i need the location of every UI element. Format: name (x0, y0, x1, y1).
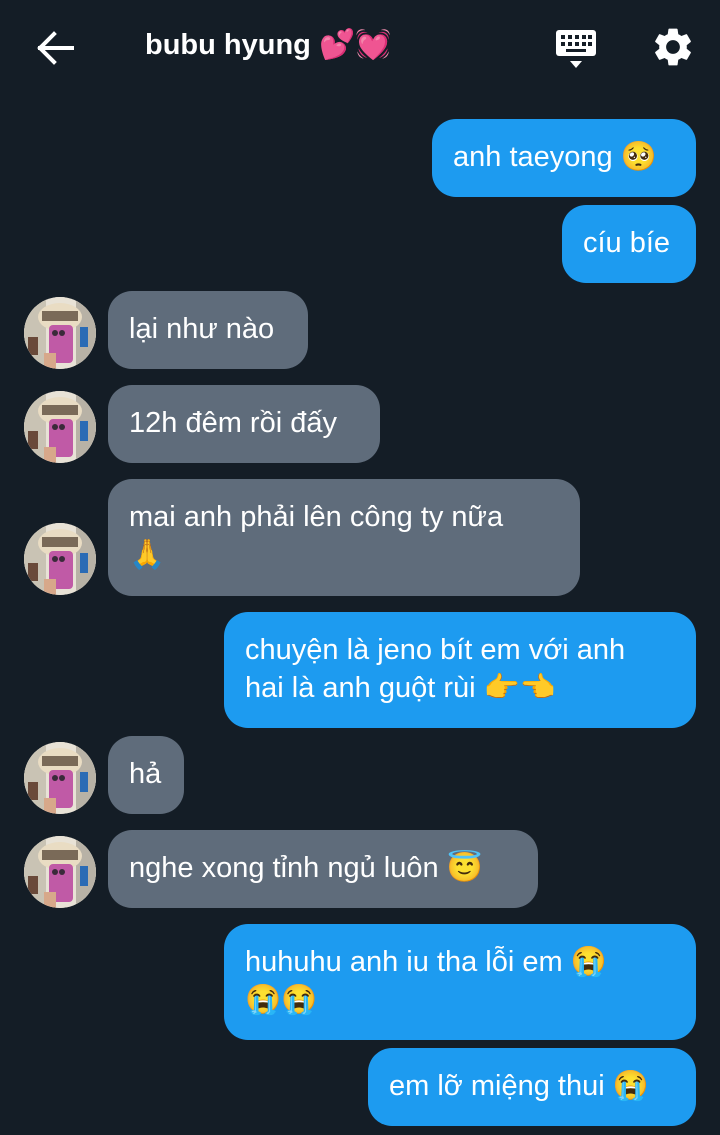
settings-button[interactable] (650, 24, 696, 70)
message-bubble-incoming[interactable]: lại như nào (108, 291, 308, 369)
message-bubble-outgoing[interactable]: chuyện là jeno bít em với anh hai là anh… (224, 612, 696, 728)
message-bubble-incoming[interactable]: nghe xong tỉnh ngủ luôn 😇 (108, 830, 538, 908)
message-bubble-outgoing[interactable]: cíu bíe (562, 205, 696, 283)
arrow-left-icon (37, 31, 74, 65)
gear-icon (655, 28, 691, 66)
keyboard-button[interactable] (553, 28, 599, 72)
avatar[interactable] (24, 742, 96, 814)
avatar[interactable] (24, 297, 96, 369)
message-bubble-incoming[interactable]: 12h đêm rồi đấy (108, 385, 380, 463)
avatar[interactable] (24, 391, 96, 463)
message-bubble-outgoing[interactable]: em lỡ miệng thui 😭 (368, 1048, 696, 1126)
keyboard-icon (556, 30, 596, 68)
avatar[interactable] (24, 523, 96, 595)
conversation-title: bubu hyung 💕💓 (145, 29, 392, 61)
back-button[interactable] (34, 28, 78, 68)
message-bubble-outgoing[interactable]: anh taeyong 🥺 (432, 119, 696, 197)
avatar[interactable] (24, 836, 96, 908)
message-bubble-outgoing[interactable]: huhuhu anh iu tha lỗi em 😭 😭😭 (224, 924, 696, 1040)
message-bubble-incoming[interactable]: mai anh phải lên công ty nữa 🙏 (108, 479, 580, 596)
message-bubble-incoming[interactable]: hả (108, 736, 184, 814)
chat-header: bubu hyung 💕💓 (0, 0, 720, 96)
